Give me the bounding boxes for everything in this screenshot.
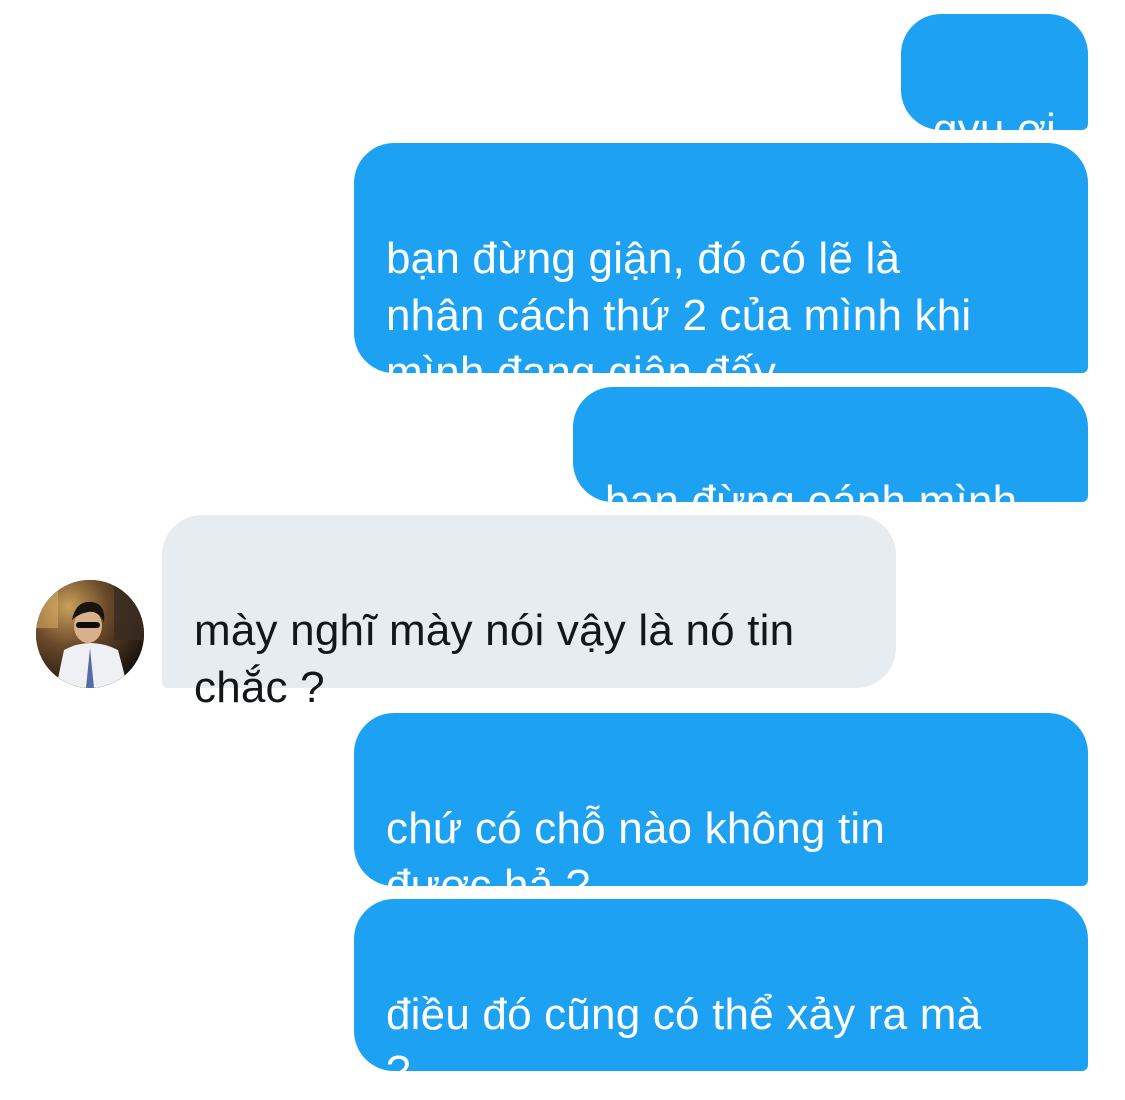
message-bubble-outgoing[interactable]: gyu ơi bbox=[901, 14, 1088, 154]
message-bubble-outgoing[interactable]: bạn đừng oánh mình bbox=[573, 387, 1088, 526]
message-text: điều đó cũng có thể xảy ra mà ? bbox=[386, 990, 982, 1096]
message-bubble-incoming[interactable]: mày nghĩ mày nói vậy là nó tin chắc ? bbox=[162, 515, 896, 712]
message-bubble-outgoing[interactable]: chứ có chỗ nào không tin được hả ? bbox=[354, 713, 1088, 910]
message-bubble-outgoing[interactable]: điều đó cũng có thể xảy ra mà ? bbox=[354, 899, 1088, 1096]
user-avatar-photo-icon bbox=[36, 580, 144, 688]
message-text: mày nghĩ mày nói vậy là nó tin chắc ? bbox=[194, 606, 795, 712]
message-text: chứ có chỗ nào không tin được hả ? bbox=[386, 804, 886, 910]
message-text: bạn đừng giận, đó có lẽ là nhân cách thứ… bbox=[386, 234, 972, 397]
message-bubble-outgoing[interactable]: bạn đừng giận, đó có lẽ là nhân cách thứ… bbox=[354, 143, 1088, 397]
sender-avatar[interactable] bbox=[36, 580, 144, 688]
